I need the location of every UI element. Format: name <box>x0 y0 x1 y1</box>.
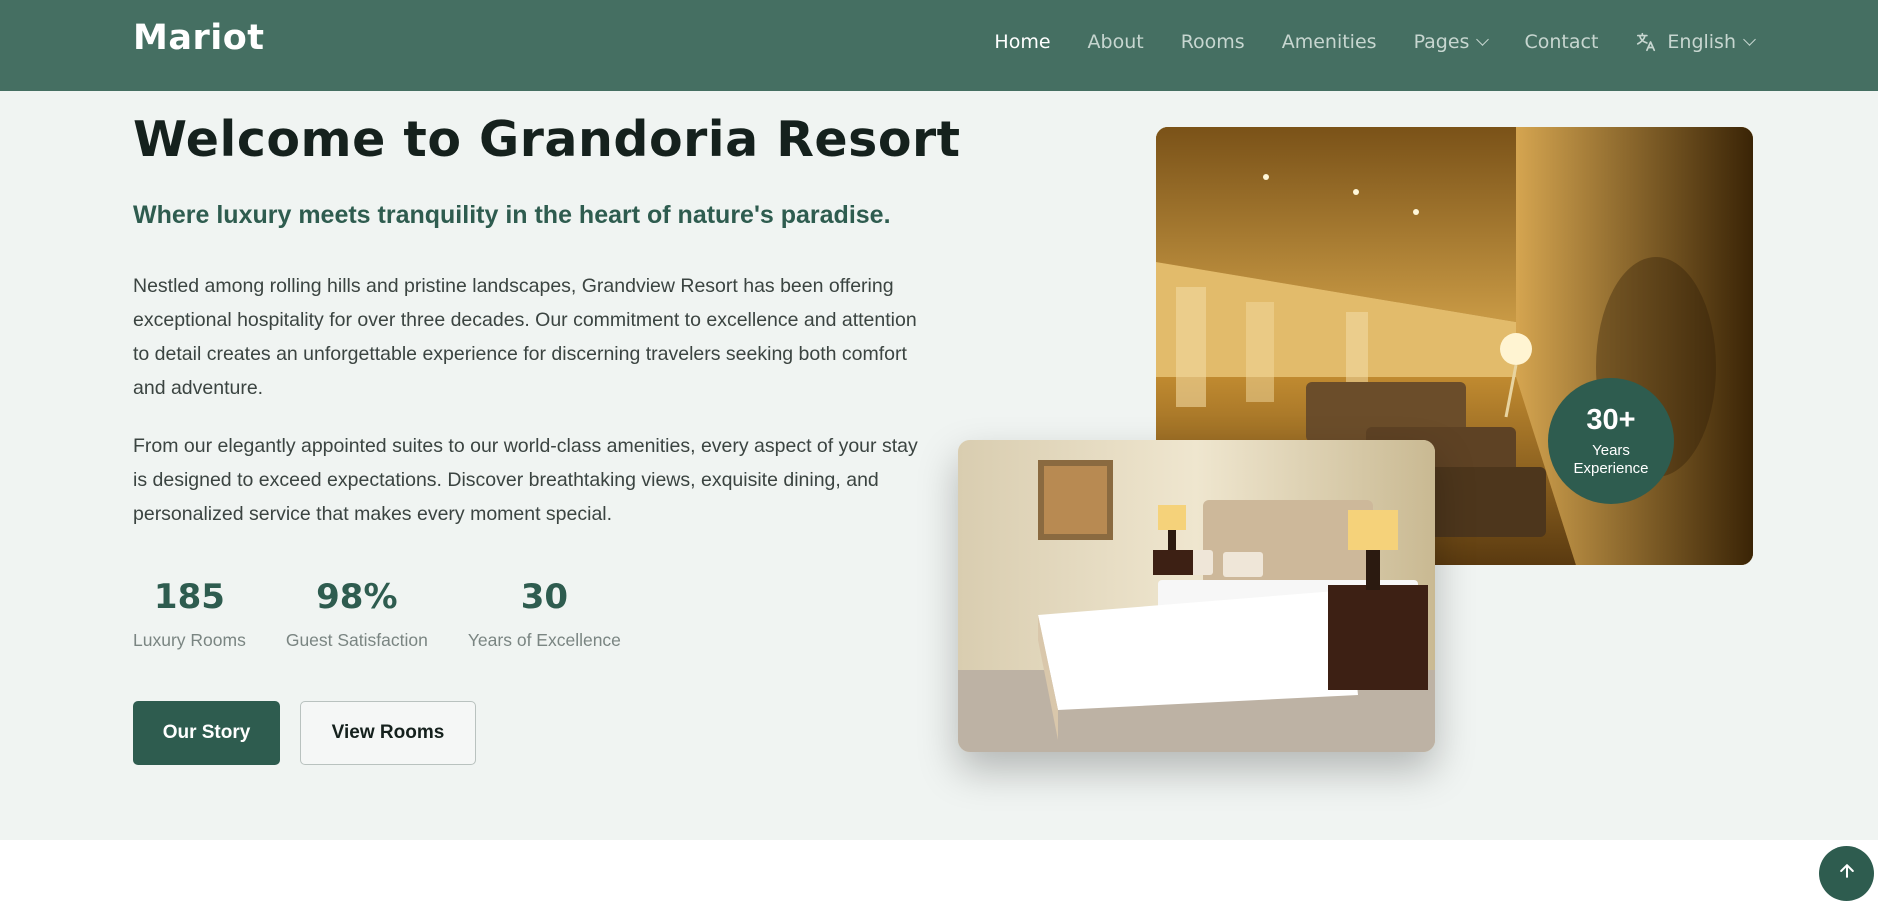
nav-dropdown-pages-label: Pages <box>1413 30 1470 53</box>
stat-years-of-excellence: 30 Years of Excellence <box>468 576 621 651</box>
hero-subtitle: Where luxury meets tranquility in the he… <box>133 201 891 229</box>
scroll-to-top-button[interactable] <box>1819 846 1874 901</box>
stat-label: Luxury Rooms <box>133 630 246 650</box>
stat-value: 98% <box>316 577 398 617</box>
bedroom-image <box>958 440 1435 752</box>
stat-value: 185 <box>153 577 225 617</box>
nav-link-amenities[interactable]: Amenities <box>1282 31 1377 53</box>
translate-icon <box>1635 31 1657 53</box>
badge-value: 30+ <box>1586 404 1636 436</box>
nav-link-home[interactable]: Home <box>994 31 1050 53</box>
nav-link-rooms[interactable]: Rooms <box>1181 31 1245 53</box>
nav-link-contact[interactable]: Contact <box>1524 31 1598 53</box>
stat-guest-satisfaction: 98% Guest Satisfaction <box>286 576 428 651</box>
stat-luxury-rooms: 185 Luxury Rooms <box>133 576 246 651</box>
badge-label-line1: Years <box>1592 442 1630 459</box>
years-experience-badge: 30+ Years Experience <box>1548 378 1674 504</box>
view-rooms-button[interactable]: View Rooms <box>300 701 476 765</box>
main-menu: Home About Rooms Amenities Pages Contact… <box>957 0 1756 83</box>
language-selector[interactable]: English <box>1635 30 1756 53</box>
stats-row: 185 Luxury Rooms 98% Guest Satisfaction … <box>133 576 661 651</box>
language-label: English <box>1667 30 1736 53</box>
top-navbar: Mariot Home About Rooms Amenities Pages … <box>0 0 1878 91</box>
nav-link-about[interactable]: About <box>1088 31 1144 53</box>
hero-section: Welcome to Grandoria Resort Where luxury… <box>0 91 1878 840</box>
chevron-down-icon <box>1476 32 1490 46</box>
brand-logo[interactable]: Mariot <box>133 18 264 58</box>
detail-paragraph: From our elegantly appointed suites to o… <box>133 435 918 525</box>
intro-paragraph: Nestled among rolling hills and pristine… <box>133 275 917 399</box>
badge-label-line2: Experience <box>1573 460 1649 477</box>
chevron-down-icon <box>1743 32 1756 46</box>
arrow-up-icon <box>1837 861 1857 886</box>
nav-dropdown-pages[interactable]: Pages <box>1413 30 1490 53</box>
stat-value: 30 <box>520 577 569 617</box>
stat-label: Years of Excellence <box>467 630 621 650</box>
our-story-button[interactable]: Our Story <box>133 701 280 765</box>
page-title: Welcome to Grandoria Resort <box>133 111 961 168</box>
stat-label: Guest Satisfaction <box>285 630 428 650</box>
